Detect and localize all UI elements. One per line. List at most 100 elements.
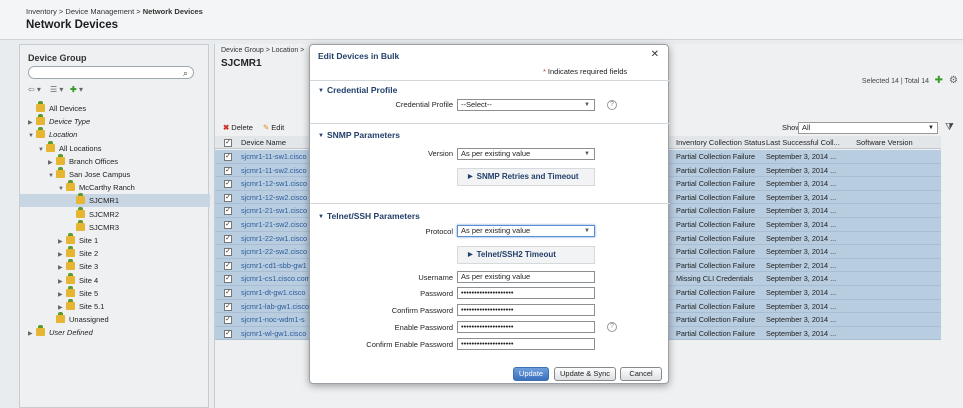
divider <box>310 80 670 81</box>
tree-item[interactable]: SJCMR1 <box>20 193 210 208</box>
search-icon[interactable]: ⌕ <box>183 68 188 79</box>
edit-devices-modal: Edit Devices in Bulk ✕ * Indicates requir… <box>309 44 670 384</box>
collection-status: Partial Collection Failure <box>676 260 756 270</box>
column-collection-status[interactable]: Inventory Collection Status <box>676 136 765 149</box>
tree-item[interactable]: ▶ User Defined <box>20 325 210 341</box>
device-name-link[interactable]: sjcmr1-12-sw1.cisco <box>241 177 307 191</box>
column-last-collection[interactable]: Last Successful Coll... <box>766 136 840 149</box>
password-input[interactable]: •••••••••••••••••••• <box>457 287 595 299</box>
snmp-version-select[interactable]: As per existing value ▼ <box>457 148 595 160</box>
confirm-enable-password-input[interactable]: •••••••••••••••••••• <box>457 338 595 350</box>
row-checkbox[interactable]: ✓ <box>224 248 232 257</box>
device-name-link[interactable]: sjcmr1-22-sw2.cisco <box>241 245 307 259</box>
tree-options-icon[interactable]: ☰ ▾ <box>50 85 63 94</box>
row-checkbox[interactable]: ✓ <box>224 316 232 325</box>
row-checkbox[interactable]: ✓ <box>224 289 232 297</box>
tree-item-label: Site 5.1 <box>79 302 105 311</box>
device-name-link[interactable]: sjcmr1-21-sw1.cisco <box>241 204 307 218</box>
back-arrow-icon[interactable]: ⇦ ▾ <box>28 85 41 94</box>
snmp-retries-expander[interactable]: ▶ SNMP Retries and Timeout <box>457 168 595 186</box>
telnet-timeout-expander[interactable]: ▶ Telnet/SSH2 Timeout <box>457 246 595 264</box>
filter-icon[interactable]: ⧩ <box>945 120 954 136</box>
tree-item[interactable]: ▼ McCarthy Ranch <box>20 180 210 194</box>
tree-item[interactable]: SJCMR2 <box>20 206 210 221</box>
row-checkbox[interactable]: ✓ <box>224 193 232 202</box>
tree-item-label: Site 5 <box>79 288 99 298</box>
device-group-search-input[interactable]: ⌕ <box>28 66 194 79</box>
cancel-button[interactable]: Cancel <box>620 367 662 381</box>
row-checkbox[interactable]: ✓ <box>224 234 232 243</box>
group-icon <box>36 101 45 112</box>
device-name-link[interactable]: sjcmr1-22-sw1.cisco <box>241 232 307 246</box>
column-device-name[interactable]: Device Name <box>241 136 286 149</box>
tree-item[interactable]: SJCMR3 <box>20 219 210 234</box>
divider <box>310 203 670 204</box>
last-collection: September 3, 2014 ... <box>766 288 837 297</box>
tree-item[interactable]: ▼ Location <box>20 127 210 141</box>
row-checkbox[interactable]: ✓ <box>224 166 232 175</box>
row-checkbox[interactable]: ✓ <box>224 302 232 311</box>
row-checkbox[interactable]: ✓ <box>224 329 232 338</box>
row-checkbox[interactable]: ✓ <box>224 207 232 216</box>
close-icon[interactable]: ✕ <box>651 49 659 60</box>
row-checkbox[interactable]: ✓ <box>224 180 232 189</box>
row-checkbox[interactable]: ✓ <box>224 261 232 270</box>
tree-item[interactable]: ▶ Site 1 <box>20 233 210 247</box>
tree-item[interactable]: ▶ Site 4 <box>20 272 210 287</box>
delete-button[interactable]: ✖ Delete <box>223 120 253 136</box>
divider <box>310 123 670 124</box>
tree-item[interactable]: ▼ San Jose Campus <box>20 167 210 181</box>
group-breadcrumb[interactable]: Device Group > Location > <box>221 47 304 54</box>
confirm-password-input[interactable]: •••••••••••••••••••• <box>457 304 595 316</box>
device-name-link[interactable]: sjcmr1-noc-wdm1-s <box>241 313 305 327</box>
tree-item[interactable]: Unassigned <box>20 312 210 326</box>
row-checkbox[interactable]: ✓ <box>224 221 232 229</box>
tree-item[interactable]: ▶ Site 5.1 <box>20 299 210 313</box>
device-name-link[interactable]: sjcmr1-wl-gw1.cisco <box>241 327 306 341</box>
group-icon <box>56 153 65 165</box>
group-icon <box>36 325 45 337</box>
device-name-link[interactable]: sjcmr1-11-sw2.cisco <box>241 164 307 178</box>
protocol-select[interactable]: As per existing value ▼ <box>457 225 595 237</box>
device-name-link[interactable]: sjcmr1-cd1-sbb-gw1 <box>241 259 307 273</box>
device-name-link[interactable]: sjcmr1-dt-gw1.cisco <box>241 286 305 300</box>
update-button[interactable]: Update <box>513 367 549 381</box>
row-checkbox[interactable]: ✓ <box>224 153 232 161</box>
tree-item[interactable]: ▶ Branch Offices <box>20 153 210 168</box>
tree-item[interactable]: ▼ All Locations <box>20 140 210 155</box>
tree-item[interactable]: ▶ Device Type <box>20 114 210 128</box>
enable-password-input[interactable]: •••••••••••••••••••• <box>457 321 595 333</box>
collection-status: Partial Collection Failure <box>676 301 756 311</box>
device-name-link[interactable]: sjcmr1-lab-gw1.cisco <box>241 300 309 314</box>
column-software-version[interactable]: Software Version <box>856 136 913 149</box>
gear-icon[interactable]: ⚙ <box>949 75 958 86</box>
username-input[interactable]: As per existing value <box>457 271 595 283</box>
help-icon[interactable]: ? <box>607 322 617 332</box>
tree-item[interactable]: All Devices <box>20 101 210 115</box>
collection-status: Partial Collection Failure <box>676 288 756 297</box>
tree-item[interactable]: ▶ Site 5 <box>20 285 210 300</box>
device-name-link[interactable]: sjcmr1-21-sw2.cisco <box>241 218 307 232</box>
breadcrumb-path[interactable]: Inventory > Device Management > <box>26 7 141 16</box>
credential-profile-section[interactable]: ▼ Credential Profile <box>318 85 397 95</box>
device-name-link[interactable]: sjcmr1-11-sw1.cisco <box>241 150 307 164</box>
telnet-ssh-parameters-section[interactable]: ▼ Telnet/SSH Parameters <box>318 211 420 221</box>
group-icon <box>56 312 65 324</box>
expand-arrow-icon[interactable]: ▶ <box>28 328 36 341</box>
show-filter-select[interactable]: All ▼ <box>798 122 938 134</box>
snmp-parameters-section[interactable]: ▼ SNMP Parameters <box>318 130 400 140</box>
select-all-checkbox[interactable]: ✓ <box>224 139 232 147</box>
password-label: Password <box>420 289 453 298</box>
help-icon[interactable]: ? <box>607 100 617 110</box>
device-name-link[interactable]: sjcmr1-cs1.cisco.com <box>241 272 311 286</box>
row-checkbox[interactable]: ✓ <box>224 275 232 284</box>
tree-item[interactable]: ▶ Site 3 <box>20 259 210 273</box>
add-group-icon[interactable]: ✚ ▾ <box>70 85 83 94</box>
last-collection: September 2, 2014 ... <box>766 260 837 270</box>
update-and-sync-button[interactable]: Update & Sync <box>554 367 616 381</box>
tree-item[interactable]: ▶ Site 2 <box>20 246 210 260</box>
device-name-link[interactable]: sjcmr1-12-sw2.cisco <box>241 191 307 205</box>
edit-button[interactable]: ✎ Edit <box>263 120 284 136</box>
add-device-icon[interactable]: ✚ <box>935 75 943 86</box>
credential-profile-select[interactable]: --Select-- ▼ <box>457 99 595 111</box>
